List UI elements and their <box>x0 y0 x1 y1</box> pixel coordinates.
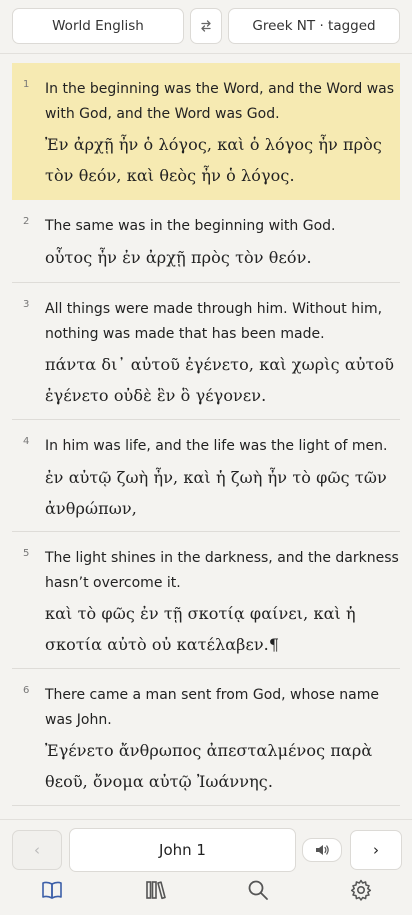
left-version-button[interactable]: World English <box>12 8 184 44</box>
right-version-label: Greek NT · tagged <box>252 18 376 34</box>
swap-versions-button[interactable] <box>190 8 222 44</box>
swap-icon <box>201 20 211 32</box>
top-bar: World English Greek NT · tagged <box>0 0 412 54</box>
gear-icon <box>350 879 372 901</box>
chevron-right-icon: › <box>373 841 379 859</box>
verse-english: The light shines in the darkness, and th… <box>45 550 399 591</box>
next-chapter-button[interactable]: › <box>350 830 402 870</box>
previous-chapter-button[interactable]: ‹ <box>12 830 62 870</box>
verse-number: 2 <box>23 216 30 227</box>
chevron-left-icon: ‹ <box>34 841 40 859</box>
nav-read-tab[interactable] <box>40 878 64 902</box>
verse-3[interactable]: 3 All things were made through him. With… <box>12 283 400 420</box>
verse-number: 4 <box>23 436 30 447</box>
search-icon <box>248 880 268 900</box>
verse-greek: οὗτος ἦν ἐν ἀρχῇ πρὸς τὸν θεόν. <box>45 247 312 267</box>
verse-english: In him was life, and the life was the li… <box>45 438 388 454</box>
nav-search-tab[interactable] <box>246 878 270 902</box>
chapter-selector-button[interactable]: John 1 <box>69 828 296 872</box>
audio-button[interactable] <box>302 838 342 862</box>
verse-4[interactable]: 4 In him was life, and the life was the … <box>12 420 400 532</box>
verse-greek: Ἐν ἀρχῇ ἦν ὁ λόγος, καὶ ὁ λόγος ἦν πρὸς τ… <box>45 135 382 185</box>
right-version-button[interactable]: Greek NT · tagged <box>228 8 400 44</box>
verse-6[interactable]: 6 There came a man sent from God, whose … <box>12 669 400 806</box>
library-icon <box>146 881 166 900</box>
verse-number: 3 <box>23 299 30 310</box>
verse-greek: Ἐγένετο ἄνθρωπος ἀπεσταλμένος παρὰ θεοῦ, … <box>45 741 373 791</box>
verse-2[interactable]: 2 The same was in the beginning with God… <box>12 200 400 283</box>
verse-greek: πάντα δι᾽ αὐτοῦ ἐγένετο, καὶ χωρὶς αὐτοῦ… <box>45 355 395 405</box>
verse-greek: καὶ τὸ φῶς ἐν τῇ σκοτίᾳ φαίνει, καὶ ἡ σκο… <box>45 604 356 654</box>
verse-number: 6 <box>23 685 30 696</box>
verse-english: All things were made through him. Withou… <box>45 301 383 342</box>
verse-number: 1 <box>23 79 30 90</box>
left-version-label: World English <box>52 18 144 34</box>
verse-1[interactable]: 1 In the beginning was the Word, and the… <box>12 63 400 200</box>
verse-list: 1 In the beginning was the Word, and the… <box>12 63 400 806</box>
bottom-bar: ‹ John 1 › <box>0 819 412 915</box>
verse-5[interactable]: 5 The light shines in the darkness, and … <box>12 532 400 669</box>
verse-greek: ἐν αὐτῷ ζωὴ ἦν, καὶ ἡ ζωὴ ἦν τὸ φῶς τῶν ἀ… <box>45 467 387 518</box>
verse-number: 5 <box>23 548 30 559</box>
book-icon <box>42 881 62 899</box>
nav-library-tab[interactable] <box>144 878 168 902</box>
chapter-label: John 1 <box>159 841 206 859</box>
nav-settings-tab[interactable] <box>349 878 373 902</box>
speaker-icon <box>316 845 329 855</box>
verse-english: In the beginning was the Word, and the W… <box>45 81 395 122</box>
verse-english: There came a man sent from God, whose na… <box>45 687 379 728</box>
verse-english: The same was in the beginning with God. <box>45 218 336 234</box>
